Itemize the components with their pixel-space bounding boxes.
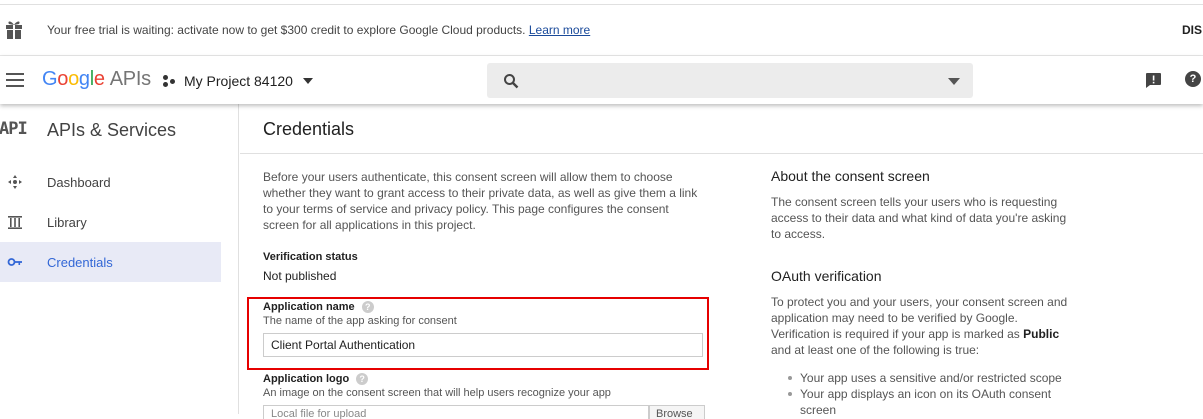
application-name-label-text: Application name <box>263 301 355 313</box>
logo-letter: G <box>42 68 58 90</box>
key-icon <box>7 258 22 266</box>
help-icon[interactable]: ? <box>1185 71 1201 87</box>
project-icon <box>163 74 177 88</box>
oauth-verification-heading: OAuth verification <box>771 268 882 284</box>
logo-letter: g <box>78 68 90 90</box>
search-bar[interactable] <box>487 63 973 98</box>
api-icon: API <box>0 119 28 139</box>
verification-status-value: Not published <box>263 269 337 283</box>
trial-message: Your free trial is waiting: activate now… <box>47 23 526 37</box>
page-title: Credentials <box>263 119 355 139</box>
dashboard-icon <box>8 175 22 189</box>
oauth-bold-text: Public <box>1023 327 1060 341</box>
sidebar-item-label: Dashboard <box>47 175 111 190</box>
sidebar-item-library[interactable]: Library <box>0 202 221 242</box>
verification-status-label: Verification status <box>263 251 358 263</box>
oauth-requirements-list: Your app uses a sensitive and/or restric… <box>788 370 1078 418</box>
oauth-verification-text: To protect you and your users, your cons… <box>771 294 1071 358</box>
help-tooltip-icon[interactable]: ? <box>361 301 374 314</box>
application-name-hint: The name of the app asking for consent <box>263 315 457 327</box>
logo-letter: o <box>68 68 79 90</box>
sidebar-title: APIs & Services <box>47 120 177 140</box>
project-name: My Project 84120 <box>184 73 293 89</box>
library-icon <box>8 216 22 229</box>
project-selector[interactable]: My Project 84120 <box>163 69 313 93</box>
title-divider <box>240 153 1203 154</box>
about-consent-heading: About the consent screen <box>771 168 930 184</box>
help-tooltip-icon[interactable]: ? <box>356 373 369 386</box>
application-logo-label: Application logo? <box>263 373 369 386</box>
hamburger-menu-icon[interactable] <box>6 73 24 87</box>
sidebar: API APIs & Services Dashboard Library Cr… <box>0 104 239 414</box>
logo-upload-field[interactable]: Local file for upload <box>263 405 649 419</box>
oauth-text-part: and at least one of the following is tru… <box>771 343 980 357</box>
trial-banner-text: Your free trial is waiting: activate now… <box>47 23 590 37</box>
application-logo-label-text: Application logo <box>263 373 350 385</box>
logo-letter: o <box>57 68 69 90</box>
search-icon <box>504 74 519 89</box>
dismiss-button[interactable]: DIS <box>1182 23 1202 37</box>
search-dropdown-icon[interactable] <box>948 78 960 85</box>
google-apis-logo[interactable]: Google APIs <box>42 68 151 91</box>
sidebar-item-dashboard[interactable]: Dashboard <box>0 162 221 202</box>
app-header: Google APIs My Project 84120 ? <box>0 56 1203 104</box>
learn-more-link[interactable]: Learn more <box>529 23 590 37</box>
browse-button[interactable]: Browse <box>649 405 705 419</box>
chevron-down-icon <box>302 78 313 84</box>
feedback-icon[interactable] <box>1145 72 1162 89</box>
application-name-label: Application name? <box>263 301 374 314</box>
application-logo-hint: An image on the consent screen that will… <box>263 387 611 399</box>
list-item: Your app displays an icon on its OAuth c… <box>788 386 1078 418</box>
logo-letter: e <box>93 68 105 90</box>
sidebar-item-label: Credentials <box>47 255 113 270</box>
sidebar-header: API APIs & Services <box>0 116 239 142</box>
logo-suffix: APIs <box>109 68 151 90</box>
about-consent-text: The consent screen tells your users who … <box>771 195 1067 241</box>
application-name-input[interactable] <box>263 333 703 357</box>
trial-banner: Your free trial is waiting: activate now… <box>0 5 1203 56</box>
gift-icon <box>6 21 22 39</box>
sidebar-item-label: Library <box>47 215 87 230</box>
list-item: Your app uses a sensitive and/or restric… <box>788 370 1078 386</box>
sidebar-item-credentials[interactable]: Credentials <box>0 242 221 282</box>
consent-intro-text: Before your users authenticate, this con… <box>263 170 698 232</box>
